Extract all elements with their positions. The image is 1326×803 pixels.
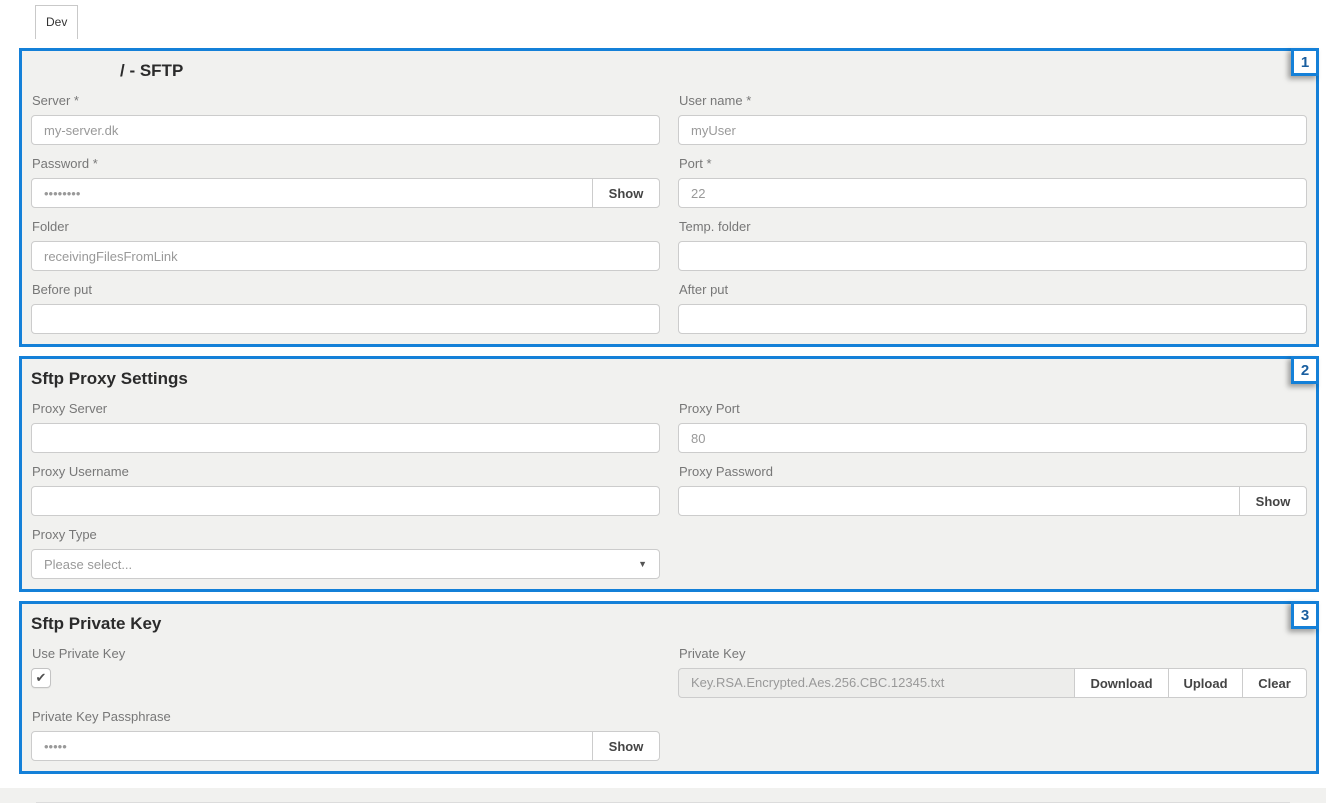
tab-dev-label: Dev bbox=[46, 15, 67, 29]
form-row: Proxy Server Proxy Port bbox=[31, 390, 1307, 453]
password-show-button[interactable]: Show bbox=[592, 178, 660, 208]
server-input[interactable] bbox=[31, 115, 660, 145]
passphrase-field: Private Key Passphrase Show bbox=[31, 698, 660, 761]
form-row: Before put After put bbox=[31, 271, 1307, 334]
proxy-type-label: Proxy Type bbox=[32, 527, 660, 542]
tab-dev[interactable]: Dev bbox=[35, 5, 78, 39]
proxy-type-field: Proxy Type Please select... ▼ bbox=[31, 516, 660, 579]
form-row: Folder Temp. folder bbox=[31, 208, 1307, 271]
username-input[interactable] bbox=[678, 115, 1307, 145]
before-put-label: Before put bbox=[32, 282, 660, 297]
proxy-port-field: Proxy Port bbox=[678, 390, 1307, 453]
after-put-field: After put bbox=[678, 271, 1307, 334]
port-input[interactable] bbox=[678, 178, 1307, 208]
proxy-password-label: Proxy Password bbox=[679, 464, 1307, 479]
private-key-file-field: Private Key Key.RSA.Encrypted.Aes.256.CB… bbox=[678, 635, 1307, 698]
private-key-upload-button[interactable]: Upload bbox=[1168, 668, 1243, 698]
section-private-key-title: Sftp Private Key bbox=[31, 613, 1307, 635]
private-key-download-button[interactable]: Download bbox=[1074, 668, 1169, 698]
checkmark-icon: ✔ bbox=[36, 670, 47, 686]
passphrase-input[interactable] bbox=[31, 731, 593, 761]
form-row: Use Private Key ✔ Private Key Key.RSA.En… bbox=[31, 635, 1307, 698]
form-row: Proxy Type Please select... ▼ bbox=[31, 516, 1307, 579]
port-label: Port * bbox=[679, 156, 1307, 171]
proxy-username-field: Proxy Username bbox=[31, 453, 660, 516]
proxy-password-show-button[interactable]: Show bbox=[1239, 486, 1307, 516]
form-row: Password * Show Port * bbox=[31, 145, 1307, 208]
form-row: Server * User name * bbox=[31, 82, 1307, 145]
password-input-group: Show bbox=[31, 178, 660, 208]
chevron-down-icon: ▼ bbox=[638, 559, 647, 569]
after-put-label: After put bbox=[679, 282, 1307, 297]
folder-field: Folder bbox=[31, 208, 660, 271]
use-private-key-checkbox[interactable]: ✔ bbox=[31, 668, 51, 688]
proxy-server-field: Proxy Server bbox=[31, 390, 660, 453]
proxy-port-input[interactable] bbox=[678, 423, 1307, 453]
section-sftp-number-badge: 1 bbox=[1291, 48, 1319, 76]
section-proxy: 2 Sftp Proxy Settings Proxy Server Proxy… bbox=[19, 356, 1319, 592]
folder-label: Folder bbox=[32, 219, 660, 234]
section-sftp: 1 / - SFTP Server * User name * Password… bbox=[19, 48, 1319, 347]
before-put-input[interactable] bbox=[31, 304, 660, 334]
proxy-username-input[interactable] bbox=[31, 486, 660, 516]
proxy-password-input-group: Show bbox=[678, 486, 1307, 516]
private-key-group: Key.RSA.Encrypted.Aes.256.CBC.12345.txt … bbox=[678, 668, 1307, 698]
use-private-key-field: Use Private Key ✔ bbox=[31, 635, 660, 698]
passphrase-show-button[interactable]: Show bbox=[592, 731, 660, 761]
proxy-server-input[interactable] bbox=[31, 423, 660, 453]
proxy-type-selected-value: Please select... bbox=[44, 557, 132, 572]
username-field: User name * bbox=[678, 82, 1307, 145]
password-field: Password * Show bbox=[31, 145, 660, 208]
form-row: Private Key Passphrase Show bbox=[31, 698, 1307, 761]
before-put-field: Before put bbox=[31, 271, 660, 334]
section-private-key-number-badge: 3 bbox=[1291, 601, 1319, 629]
username-label: User name * bbox=[679, 93, 1307, 108]
section-proxy-title: Sftp Proxy Settings bbox=[31, 368, 1307, 390]
server-field: Server * bbox=[31, 82, 660, 145]
section-private-key: 3 Sftp Private Key Use Private Key ✔ Pri… bbox=[19, 601, 1319, 774]
temp-folder-input[interactable] bbox=[678, 241, 1307, 271]
use-private-key-label: Use Private Key bbox=[32, 646, 660, 661]
passphrase-input-group: Show bbox=[31, 731, 660, 761]
tab-bar: Dev bbox=[35, 5, 1326, 39]
proxy-server-label: Proxy Server bbox=[32, 401, 660, 416]
spacer-column bbox=[678, 698, 1307, 761]
temp-folder-field: Temp. folder bbox=[678, 208, 1307, 271]
folder-input[interactable] bbox=[31, 241, 660, 271]
proxy-type-select[interactable]: Please select... ▼ bbox=[31, 549, 660, 579]
private-key-label: Private Key bbox=[679, 646, 1307, 661]
after-put-input[interactable] bbox=[678, 304, 1307, 334]
password-input[interactable] bbox=[31, 178, 593, 208]
proxy-username-label: Proxy Username bbox=[32, 464, 660, 479]
proxy-password-field: Proxy Password Show bbox=[678, 453, 1307, 516]
form-row: Proxy Username Proxy Password Show bbox=[31, 453, 1307, 516]
temp-folder-label: Temp. folder bbox=[679, 219, 1307, 234]
port-field: Port * bbox=[678, 145, 1307, 208]
proxy-port-label: Proxy Port bbox=[679, 401, 1307, 416]
server-label: Server * bbox=[32, 93, 660, 108]
private-key-clear-button[interactable]: Clear bbox=[1242, 668, 1307, 698]
page-content: Dev 1 / - SFTP Server * User name * Pass… bbox=[0, 0, 1326, 788]
private-key-filename: Key.RSA.Encrypted.Aes.256.CBC.12345.txt bbox=[678, 668, 1075, 698]
spacer-column bbox=[678, 516, 1307, 579]
section-sftp-title: / - SFTP bbox=[120, 60, 1307, 82]
passphrase-label: Private Key Passphrase bbox=[32, 709, 660, 724]
proxy-password-input[interactable] bbox=[678, 486, 1240, 516]
password-label: Password * bbox=[32, 156, 660, 171]
section-proxy-number-badge: 2 bbox=[1291, 356, 1319, 384]
